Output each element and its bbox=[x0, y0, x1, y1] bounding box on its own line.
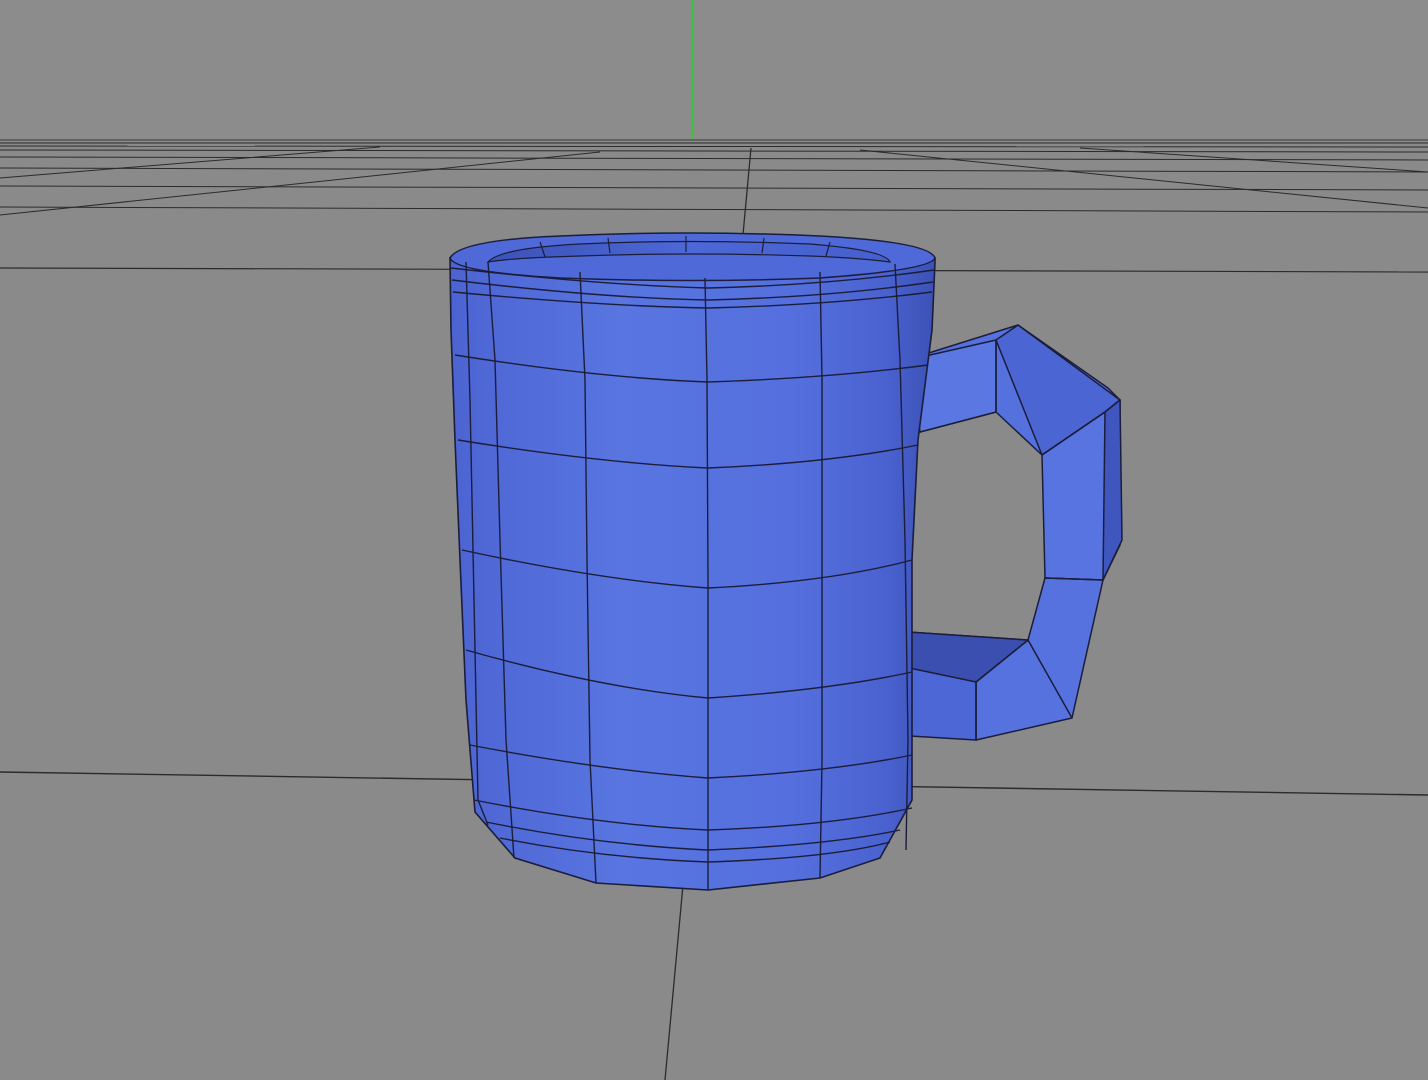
horizon-sky bbox=[0, 0, 1428, 140]
viewport-canvas[interactable] bbox=[0, 0, 1428, 1080]
3d-viewport[interactable] bbox=[0, 0, 1428, 1080]
mug-body[interactable] bbox=[449, 232, 936, 891]
mug-body-surface bbox=[449, 257, 936, 891]
